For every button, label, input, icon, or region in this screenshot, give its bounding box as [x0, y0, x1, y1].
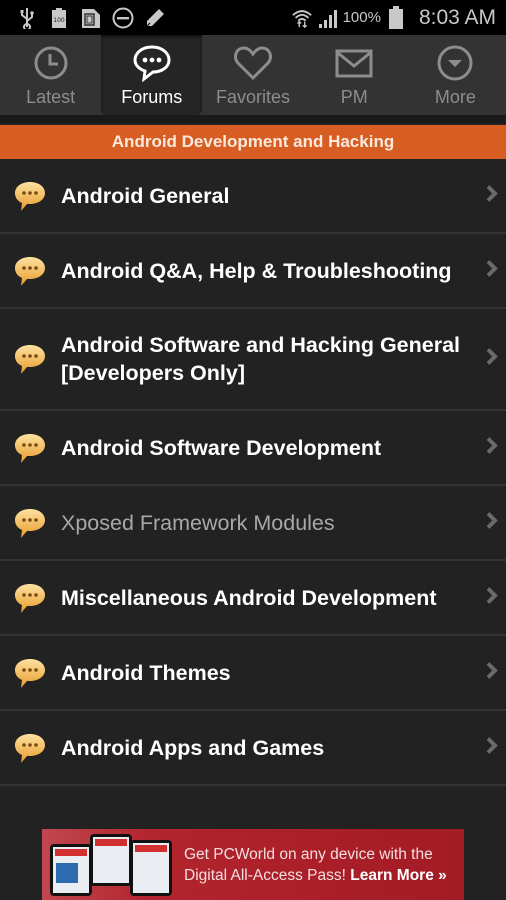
- ad-text: Get PCWorld on any device with the Digit…: [184, 844, 447, 886]
- chevron-right-icon: [486, 511, 498, 534]
- battery-percent: 100%: [342, 9, 381, 26]
- chevron-right-icon: [486, 736, 498, 759]
- do-not-disturb-icon: [112, 7, 134, 29]
- forum-item[interactable]: Android Themes: [0, 636, 506, 711]
- signal-icon: [317, 7, 339, 29]
- forum-bubble-icon: [12, 179, 48, 213]
- tab-more[interactable]: More: [405, 35, 506, 115]
- forum-bubble-icon: [12, 656, 48, 690]
- forum-bubble-icon: [12, 431, 48, 465]
- chevron-right-icon: [486, 184, 498, 207]
- forum-item[interactable]: Android Software and Hacking General [De…: [0, 309, 506, 411]
- system-status: 100% 8:03 AM: [291, 5, 506, 30]
- ad-banner[interactable]: Get PCWorld on any device with the Digit…: [42, 829, 464, 900]
- tab-latest[interactable]: Latest: [0, 35, 101, 115]
- tab-label: More: [434, 87, 476, 107]
- chevron-right-icon: [486, 586, 498, 609]
- tab-label: Forums: [121, 87, 183, 107]
- more-dropdown-icon: [436, 43, 474, 83]
- battery-icon: [385, 5, 407, 29]
- wifi-icon: [291, 7, 313, 29]
- forum-title: Android General: [61, 183, 230, 208]
- pencil-icon: [144, 7, 166, 29]
- tab-label: PM: [340, 87, 368, 107]
- battery-100-icon: 100: [48, 7, 70, 29]
- tablet-image: [90, 833, 132, 886]
- learn-more-link[interactable]: Learn More »: [350, 867, 446, 884]
- forum-list: Android General Android Q&A, Help & Trou…: [0, 159, 506, 786]
- chevron-right-icon: [486, 436, 498, 459]
- forum-item[interactable]: Android Apps and Games: [0, 711, 506, 786]
- section-header: Android Development and Hacking: [0, 125, 506, 159]
- tablet-image: [130, 839, 172, 896]
- status-bar: 100 100% 8:03 AM: [0, 0, 506, 35]
- tab-forums[interactable]: Forums: [101, 35, 203, 115]
- tab-label: Latest: [26, 87, 76, 107]
- clock-icon: [33, 43, 69, 83]
- forum-bubble-icon: [12, 342, 48, 376]
- sd-card-icon: [80, 7, 102, 29]
- forum-bubble-icon: [12, 254, 48, 288]
- svg-text:100: 100: [53, 17, 65, 24]
- forum-title: Miscellaneous Android Development: [61, 585, 437, 610]
- heart-icon: [233, 43, 273, 83]
- magazine-tablets-image: [48, 832, 176, 898]
- forum-item[interactable]: Android Software Development: [0, 411, 506, 486]
- ad-line-1: Get PCWorld on any device with the: [184, 845, 433, 863]
- ad-line-2: Digital All-Access Pass! Learn More »: [184, 865, 447, 886]
- chat-bubble-icon: [132, 43, 172, 83]
- forum-title: Android Q&A, Help & Troubleshooting: [61, 258, 452, 283]
- forum-bubble-icon: [12, 506, 48, 540]
- tab-pm[interactable]: PM: [304, 35, 405, 115]
- forum-title: Android Themes: [61, 660, 231, 685]
- tablet-image: [50, 843, 92, 896]
- chevron-right-icon: [486, 259, 498, 282]
- usb-icon: [16, 7, 38, 29]
- envelope-icon: [334, 43, 374, 83]
- chevron-right-icon: [486, 661, 498, 684]
- forum-title: Xposed Framework Modules: [61, 510, 335, 535]
- forum-item[interactable]: Android General: [0, 159, 506, 234]
- forum-title: Android Software and Hacking General [De…: [61, 333, 461, 385]
- ad-line-2-text: Digital All-Access Pass!: [184, 866, 346, 884]
- chevron-right-icon: [486, 348, 498, 371]
- tab-bar-shadow: [0, 115, 506, 123]
- forum-item[interactable]: Xposed Framework Modules: [0, 486, 506, 561]
- tab-label: Favorites: [215, 87, 291, 107]
- forum-bubble-icon: [12, 581, 48, 615]
- forum-title: Android Software Development: [61, 435, 382, 460]
- tab-favorites[interactable]: Favorites: [202, 35, 303, 115]
- forum-title: Android Apps and Games: [61, 735, 325, 760]
- forum-item[interactable]: Miscellaneous Android Development: [0, 561, 506, 636]
- tab-bar: Latest Forums Favorites PM More: [0, 35, 506, 123]
- clock: 8:03 AM: [418, 5, 496, 29]
- forum-item[interactable]: Android Q&A, Help & Troubleshooting: [0, 234, 506, 309]
- notification-icons: 100: [0, 7, 166, 29]
- forum-bubble-icon: [12, 731, 48, 765]
